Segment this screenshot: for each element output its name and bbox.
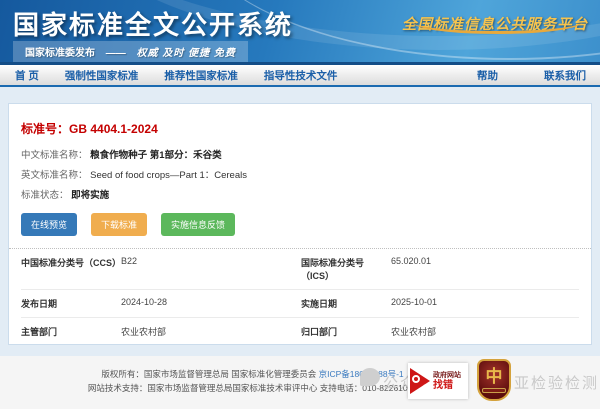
certification-emblem-icon: 中 [477,359,511,401]
online-preview-button[interactable]: 在线预览 [21,213,77,236]
wechat-watermark-icon [360,368,380,386]
emblem-glyph: 中 [486,368,503,386]
status-label: 标准状态： [21,190,69,201]
en-name-label: 英文标准名称： [21,170,88,181]
standard-number-line: 标准号：GB 4404.1-2024 [21,120,579,137]
nav-item-recommended-standards[interactable]: 推荐性国家标准 [164,68,238,83]
action-buttons: 在线预览 下载标准 实施信息反馈 [21,213,579,236]
gov-website-error-report-badge[interactable]: 政府网站 找错 [408,363,468,399]
implement-date-value: 2025-10-01 [391,297,579,307]
standard-detail-table: 中国标准分类号（CCS） B22 国际标准分类号（ICS） 65.020.01 … [21,249,579,345]
watermark-inspection-text: 亚检验检测 [514,372,599,393]
publish-date-label: 发布日期 [21,297,121,310]
tagline-org: 国家标准委发布 [25,48,95,59]
competent-dept-value: 农业农村部 [121,325,301,338]
download-standard-button[interactable]: 下载标准 [91,213,147,236]
standard-number-value: GB 4404.1-2024 [69,122,158,136]
ics-value: 65.020.01 [391,256,579,266]
ics-label: 国际标准分类号（ICS） [301,256,391,282]
site-header: 国家标准全文公开系统 国家标准委发布 —— 权威 及时 便捷 免费 全国标准信息… [0,0,600,65]
publish-date-value: 2024-10-28 [121,297,301,307]
copyright-text: 版权所有：国家市场监督管理总局 国家标准化管理委员会 [101,369,316,379]
ccs-value: B22 [121,256,301,266]
centralized-dept-label: 归口部门 [301,325,391,338]
nav-item-help[interactable]: 帮助 [477,68,498,83]
standard-detail-panel: 标准号：GB 4404.1-2024 中文标准名称： 粮食作物种子 第1部分：禾… [8,103,592,345]
status-line: 标准状态： 即将实施 [21,189,579,202]
cn-name-label: 中文标准名称： [21,150,88,161]
status-badge: 即将实施 [71,190,109,201]
site-tagline: 国家标准委发布 —— 权威 及时 便捷 免费 [13,41,248,62]
table-row: 主管部门 农业农村部 归口部门 农业农村部 [21,318,579,345]
cn-name-value: 粮食作物种子 第1部分：禾谷类 [90,150,221,161]
emblem-ribbon [482,388,506,393]
error-report-arrow-icon [410,368,430,394]
standard-number-label: 标准号： [21,122,69,136]
tagline-motto: 权威 及时 便捷 免费 [137,48,236,59]
nav-item-mandatory-standards[interactable]: 强制性国家标准 [65,68,139,83]
en-name-value: Seed of food crops—Part 1：Cereals [90,170,247,181]
nav-item-contact-us[interactable]: 联系我们 [544,68,586,83]
main-nav: 首 页 强制性国家标准 推荐性国家标准 指导性技术文件 帮助 联系我们 [0,65,600,87]
site-footer: 版权所有：国家市场监督管理总局 国家标准化管理委员会 京ICP备18022388… [0,356,600,409]
tagline-dash: —— [106,48,126,59]
magnifier-icon [412,375,420,383]
nav-item-home[interactable]: 首 页 [15,68,39,83]
magnifier-handle-icon [423,384,429,389]
competent-dept-label: 主管部门 [21,325,121,338]
implementation-feedback-button[interactable]: 实施信息反馈 [161,213,235,236]
ccs-label: 中国标准分类号（CCS） [21,256,121,269]
table-row: 中国标准分类号（CCS） B22 国际标准分类号（ICS） 65.020.01 [21,249,579,290]
cn-name-line: 中文标准名称： 粮食作物种子 第1部分：禾谷类 [21,149,579,162]
site-title: 国家标准全文公开系统 [13,5,293,42]
gov-logo-line2: 找错 [433,381,461,391]
implement-date-label: 实施日期 [301,297,391,310]
en-name-line: 英文标准名称： Seed of food crops—Part 1：Cereal… [21,169,579,182]
centralized-dept-value: 农业农村部 [391,325,579,338]
nav-item-guiding-documents[interactable]: 指导性技术文件 [264,68,338,83]
table-row: 发布日期 2024-10-28 实施日期 2025-10-01 [21,290,579,318]
